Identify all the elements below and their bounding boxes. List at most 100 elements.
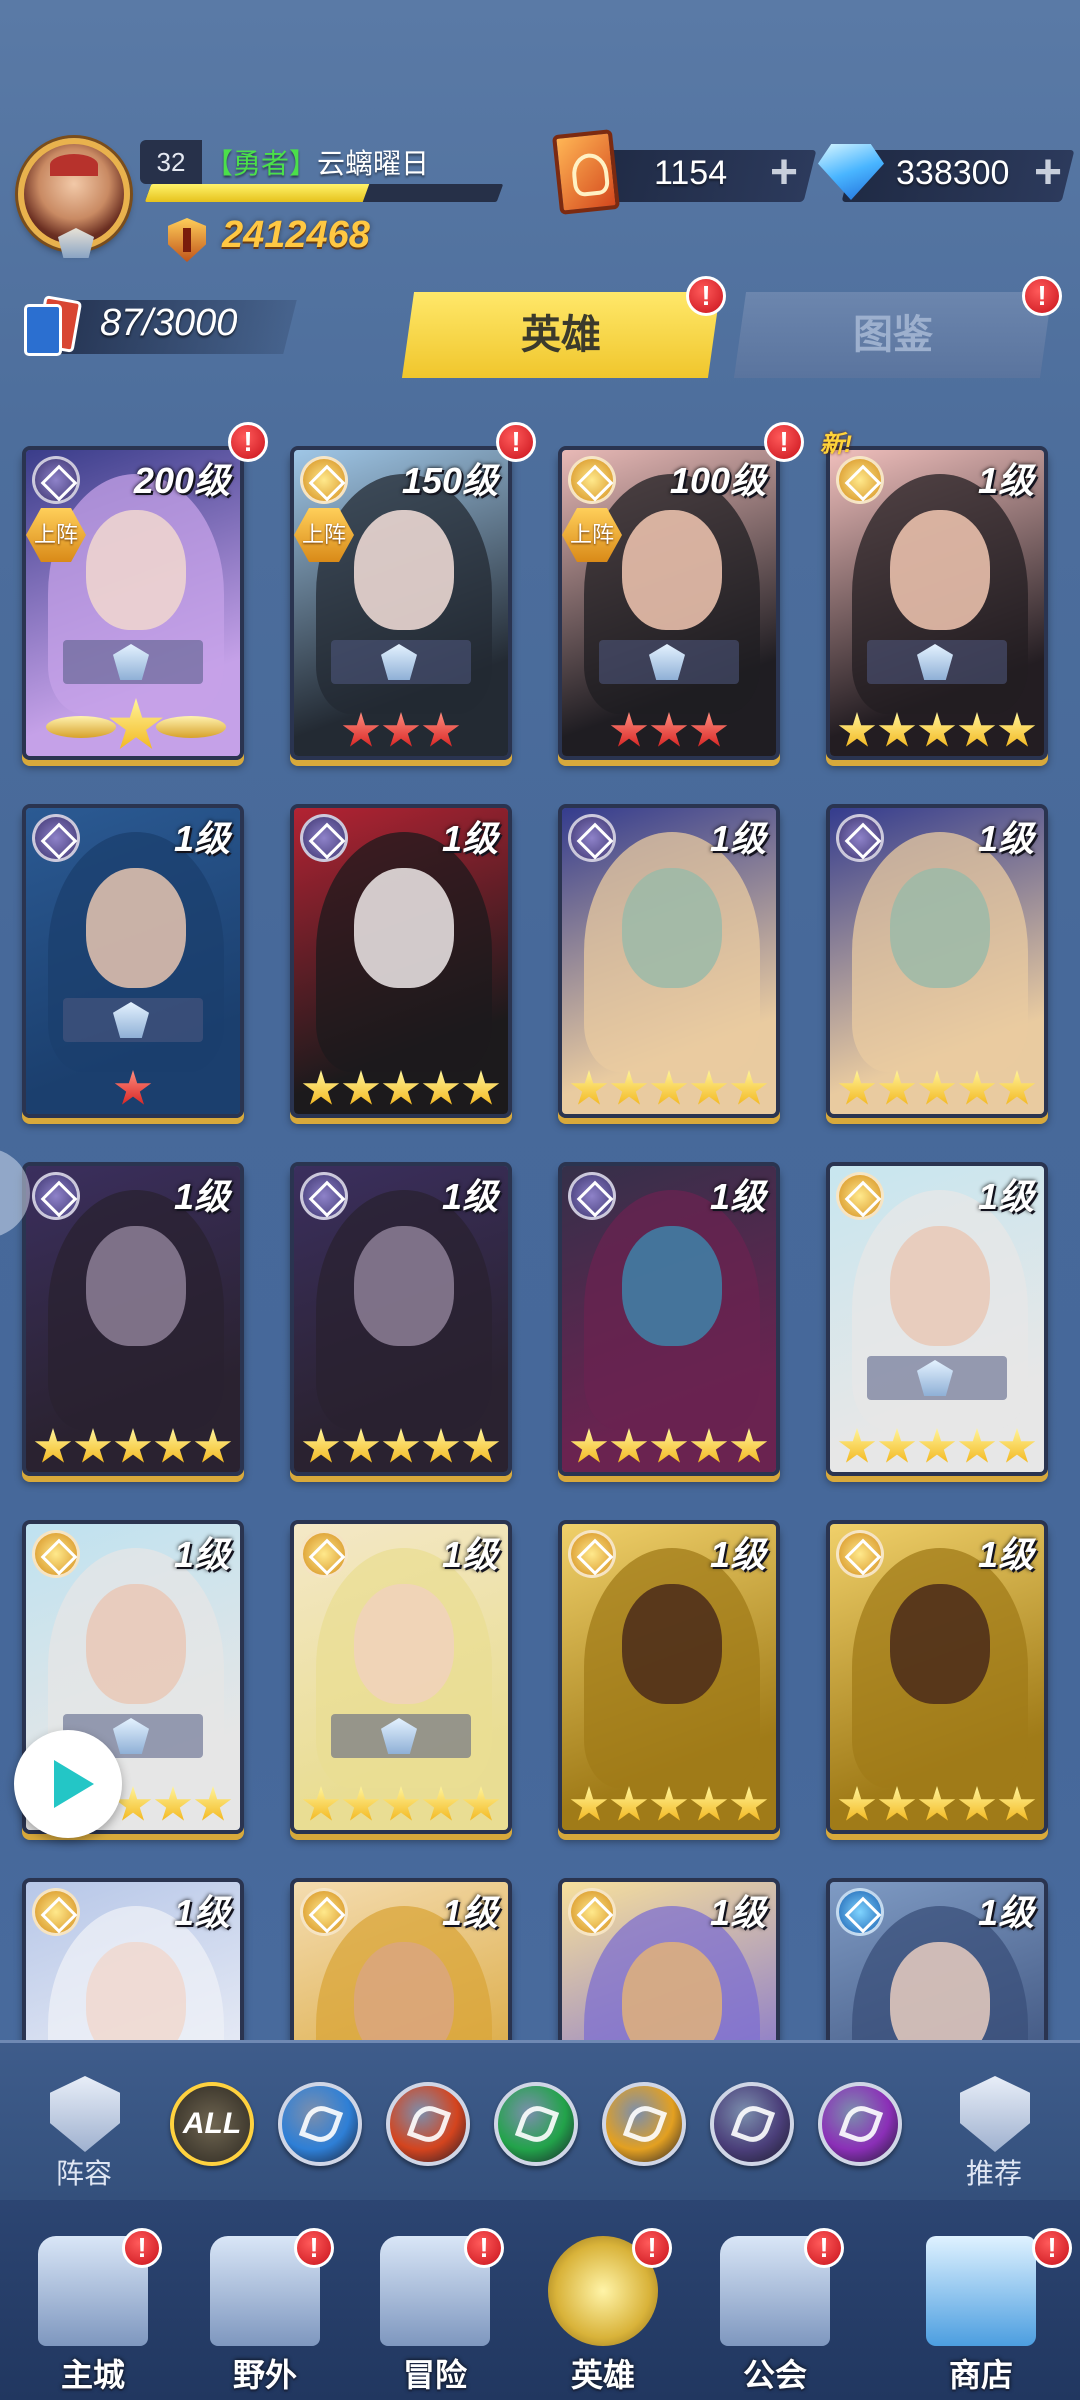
hero-face [890,510,990,630]
filter-wind-button[interactable] [494,2082,578,2166]
hero-card[interactable]: 1级 [22,1162,244,1476]
star-icon [114,1070,152,1105]
hero-level: 1级 [977,1892,1034,1933]
star-icon [342,712,380,747]
star-rating [26,1070,240,1112]
hero-level: 200级 [133,460,230,501]
hero-card[interactable]: 1级 [290,1162,512,1476]
star-icon [958,1070,996,1105]
hero-card[interactable]: 150级 上阵 [290,446,512,760]
star-icon [998,712,1036,747]
faction-gold-icon [568,1888,616,1936]
star-icon [918,1428,956,1463]
hero-card[interactable]: 1级 [558,1162,780,1476]
star-icon [610,1428,648,1463]
water-icon [298,2101,344,2147]
hero-card[interactable]: 1级 [826,1520,1048,1834]
filter-all-button[interactable]: ALL [170,2082,254,2166]
star-icon [302,1786,340,1821]
faction-gold-icon [32,1530,80,1578]
star-icon [570,1786,608,1821]
light-icon [622,2101,668,2147]
star-icon [958,1428,996,1463]
hero-level: 1级 [173,1892,230,1933]
hero-card[interactable]: 1级 [290,804,512,1118]
nav-notice-badge: ! [464,2228,504,2268]
hero-level: 1级 [709,1534,766,1575]
star-icon [958,712,996,747]
nav-guild-label: 公会 [742,2357,807,2393]
hero-card[interactable]: 1级 [826,446,1048,760]
new-hero-label: 新! [820,431,852,458]
faction-purple-icon [32,456,80,504]
nav-wilderness-label: 野外 [232,2357,297,2393]
class-emblem-icon [867,640,1007,684]
star-icon [382,1428,420,1463]
hero-face [622,1226,722,1346]
hero-card[interactable]: 1级 [290,1520,512,1834]
play-video-button[interactable] [14,1730,122,1838]
filter-water-button[interactable] [278,2082,362,2166]
star-icon [918,1070,956,1105]
nav-notice-badge: ! [294,2228,334,2268]
star-icon [462,1428,500,1463]
faction-purple-icon [568,814,616,862]
star-icon [650,1428,688,1463]
hero-card[interactable]: 1级 [826,1162,1048,1476]
star-icon [462,1070,500,1105]
fire-icon [406,2101,452,2147]
hero-face [86,1584,186,1704]
faction-blue-icon [836,1888,884,1936]
star-icon [382,1070,420,1105]
chaos-icon [838,2101,884,2147]
hero-card[interactable]: 100级 上阵 [558,446,780,760]
hero-card[interactable]: 1级 [826,804,1048,1118]
lineup-button[interactable]: 阵容 [36,2076,132,2189]
star-icon [194,1786,232,1821]
wind-icon [514,2101,560,2147]
hero-level: 1级 [173,818,230,859]
class-emblem-icon [63,998,203,1042]
star-icon [918,1786,956,1821]
hero-card[interactable]: 1级 [22,1878,244,2040]
hero-card[interactable]: 1级 [558,1878,780,2040]
star-rating [830,1070,1044,1112]
hero-face [354,1226,454,1346]
filter-chaos-button[interactable] [818,2082,902,2166]
lineup-shield-icon [50,2076,120,2152]
dark-icon [730,2101,776,2147]
star-icon [342,1428,380,1463]
star-icon [422,1786,460,1821]
filter-light-button[interactable] [602,2082,686,2166]
star-icon [114,1428,152,1463]
recommend-button[interactable]: 推荐 [946,2076,1042,2189]
star-icon [730,1428,768,1463]
class-emblem-icon [331,1714,471,1758]
faction-gold-icon [300,1530,348,1578]
star-icon [302,1428,340,1463]
filter-dark-button[interactable] [710,2082,794,2166]
hero-card[interactable]: 1级 [290,1878,512,2040]
faction-purple-icon [300,814,348,862]
filter-fire-button[interactable] [386,2082,470,2166]
faction-gold-icon [32,1888,80,1936]
hero-face [890,1584,990,1704]
hero-card[interactable]: 200级 上阵 [22,446,244,760]
nav-notice-badge: ! [632,2228,672,2268]
hero-card[interactable]: 1级 [558,1520,780,1834]
nav-notice-badge: ! [122,2228,162,2268]
star-icon [154,1786,192,1821]
faction-gold-icon [836,1172,884,1220]
star-icon [998,1786,1036,1821]
star-icon [998,1070,1036,1105]
hero-card[interactable]: 1级 [826,1878,1048,2040]
star-icon [650,712,688,747]
star-rating [562,1070,776,1112]
nav-notice-badge: ! [1032,2228,1072,2268]
star-rating [294,1786,508,1828]
hero-card[interactable]: 1级 [558,804,780,1118]
faction-purple-icon [836,814,884,862]
hero-level: 100级 [669,460,766,501]
hero-card[interactable]: 1级 [22,804,244,1118]
star-icon [610,712,648,747]
